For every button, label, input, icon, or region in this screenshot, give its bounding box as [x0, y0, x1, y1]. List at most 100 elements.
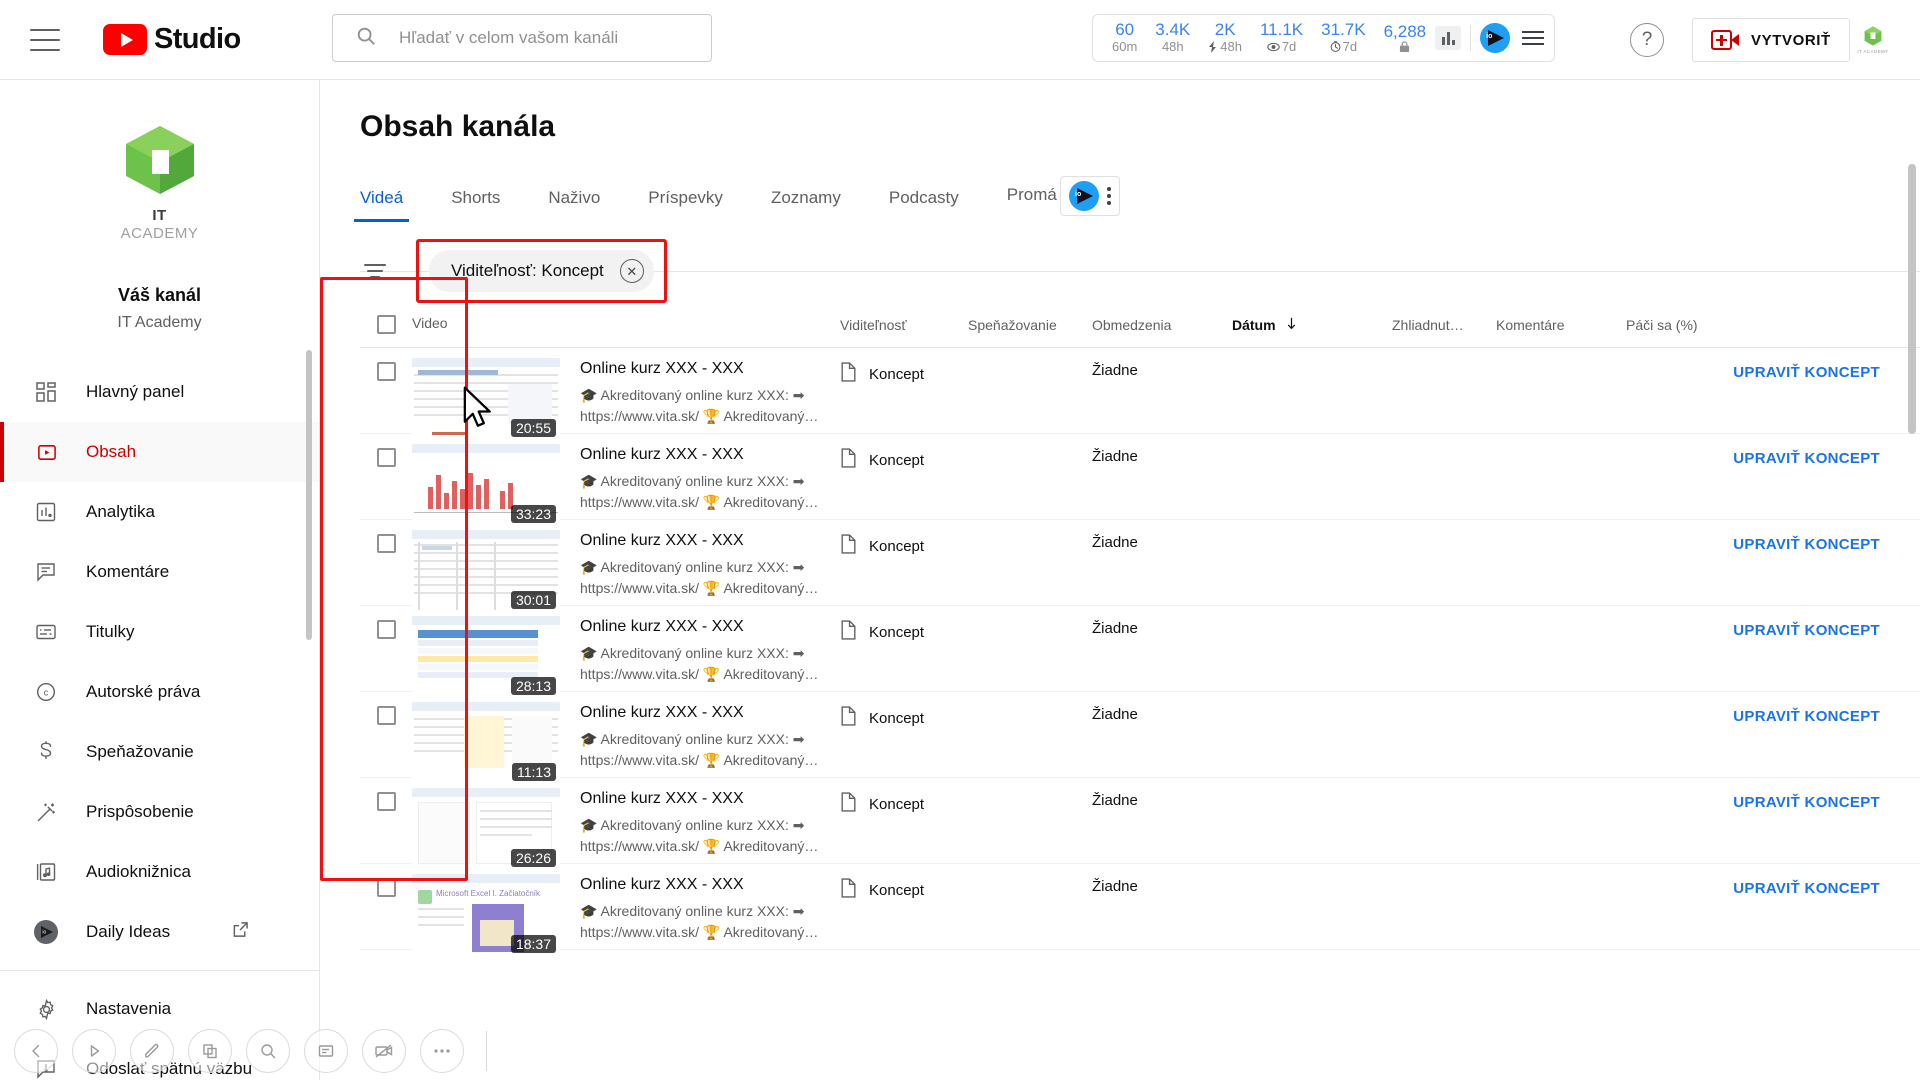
video-title[interactable]: Online kurz XXX - XXX: [580, 360, 840, 378]
copy-icon[interactable]: [188, 1029, 232, 1073]
sidebar-item-komentare[interactable]: Komentáre: [0, 542, 319, 602]
row-checkbox[interactable]: [376, 620, 396, 639]
stat-sub: 7d: [1267, 39, 1296, 55]
col-spenazovanie[interactable]: Speňažovanie: [968, 313, 1092, 333]
pen-icon[interactable]: [130, 1029, 174, 1073]
bar-chart-icon[interactable]: [1435, 26, 1462, 50]
edit-draft-link[interactable]: UPRAVIŤ KONCEPT: [1733, 364, 1880, 381]
monetization-cell: [968, 788, 1092, 792]
sidebar-item-autorske-prava[interactable]: c Autorské práva: [0, 662, 319, 722]
table-row[interactable]: 33:23 Online kurz XXX - XXX 🎓 Akreditova…: [360, 434, 1920, 527]
sidebar-item-analytika[interactable]: Analytika: [0, 482, 319, 542]
table-row[interactable]: 20:55 Online kurz XXX - XXX 🎓 Akreditova…: [360, 348, 1920, 441]
tab-nazivo[interactable]: Naživo: [548, 188, 600, 222]
sidebar-item-daily-ideas[interactable]: io Daily Ideas: [0, 902, 319, 962]
back-icon[interactable]: [14, 1029, 58, 1073]
select-all-checkbox[interactable]: [376, 315, 396, 334]
video-thumbnail[interactable]: 30:01: [412, 530, 560, 613]
stat-item[interactable]: 3.4K 48h: [1146, 21, 1199, 55]
table-row[interactable]: 30:01 Online kurz XXX - XXX 🎓 Akreditova…: [360, 520, 1920, 613]
help-icon[interactable]: ?: [1630, 23, 1664, 57]
row-checkbox[interactable]: [376, 362, 396, 381]
stat-item[interactable]: 2K 48h: [1199, 21, 1251, 55]
channel-stats-widget[interactable]: 60 60m 3.4K 48h 2K 48h 11.1K 7d 31.7K 7d…: [1092, 14, 1556, 62]
table-row[interactable]: 11:13 Online kurz XXX - XXX 🎓 Akreditova…: [360, 692, 1920, 785]
search-icon[interactable]: [246, 1029, 290, 1073]
video-description: 🎓 Akreditovaný online kurz XXX: ➡ https:…: [580, 559, 819, 596]
video-thumbnail[interactable]: Microsoft Excel I. Začiatočník 18:37: [412, 874, 560, 957]
io-avatar-icon[interactable]: io: [1480, 23, 1511, 53]
more-icon[interactable]: [420, 1029, 464, 1073]
col-paci-sa[interactable]: Páči sa (%): [1626, 313, 1754, 333]
video-title[interactable]: Online kurz XXX - XXX: [580, 532, 840, 550]
video-thumbnail[interactable]: 20:55: [412, 358, 560, 441]
video-thumbnail[interactable]: 26:26: [412, 788, 560, 871]
draft-icon: [840, 534, 857, 559]
menu-lines-icon[interactable]: [1522, 31, 1545, 45]
sidebar-item-obsah[interactable]: Obsah: [0, 422, 319, 482]
sidebar-item-spenazovanie[interactable]: Speňažovanie: [0, 722, 319, 782]
tab-shorts[interactable]: Shorts: [451, 188, 500, 222]
play-icon[interactable]: [72, 1029, 116, 1073]
col-video[interactable]: Video: [412, 315, 840, 331]
edit-draft-link[interactable]: UPRAVIŤ KONCEPT: [1733, 880, 1880, 897]
search-input[interactable]: [399, 28, 679, 48]
tab-zoznamy[interactable]: Zoznamy: [771, 188, 841, 222]
row-checkbox[interactable]: [376, 706, 396, 725]
video-title[interactable]: Online kurz XXX - XXX: [580, 618, 840, 636]
stat-item[interactable]: 6,288: [1375, 23, 1436, 53]
avatar[interactable]: IT ACADEMY: [1852, 18, 1894, 60]
stat-item[interactable]: 60 60m: [1103, 21, 1146, 55]
video-thumbnail[interactable]: 33:23: [412, 444, 560, 527]
studio-logo[interactable]: Studio: [103, 23, 241, 56]
video-thumbnail[interactable]: 28:13: [412, 616, 560, 699]
edit-draft-link[interactable]: UPRAVIŤ KONCEPT: [1733, 622, 1880, 639]
hamburger-icon[interactable]: [30, 28, 60, 51]
tab-podcasty[interactable]: Podcasty: [889, 188, 959, 222]
filter-chip-viditelnost[interactable]: Viditeľnosť: Koncept ✕: [429, 250, 654, 292]
tab-videa[interactable]: Videá: [353, 188, 410, 222]
stat-item[interactable]: 11.1K 7d: [1251, 21, 1312, 55]
sidebar-item-hlavny-panel[interactable]: Hlavný panel: [0, 362, 319, 422]
io-avatar-icon[interactable]: io: [1069, 181, 1099, 211]
note-icon[interactable]: [304, 1029, 348, 1073]
col-komentare[interactable]: Komentáre: [1496, 313, 1626, 333]
filter-icon[interactable]: [364, 264, 394, 278]
edit-draft-link[interactable]: UPRAVIŤ KONCEPT: [1733, 708, 1880, 725]
create-button[interactable]: VYTVORIŤ: [1692, 18, 1850, 62]
table-row[interactable]: 28:13 Online kurz XXX - XXX 🎓 Akreditova…: [360, 606, 1920, 699]
row-checkbox[interactable]: [376, 878, 396, 897]
likes-cell: [1626, 788, 1754, 792]
col-zhliadnutia[interactable]: Zhliadnut…: [1392, 313, 1496, 333]
sidebar-item-prispôsobenie[interactable]: Prispôsobenie: [0, 782, 319, 842]
sidebar-scrollbar[interactable]: [306, 350, 312, 640]
video-title[interactable]: Online kurz XXX - XXX: [580, 790, 840, 808]
page-scrollbar[interactable]: [1908, 164, 1916, 434]
restrictions-cell: Žiadne: [1092, 448, 1138, 465]
table-row[interactable]: Microsoft Excel I. Začiatočník 18:37 Onl…: [360, 864, 1920, 957]
video-thumbnail[interactable]: 11:13: [412, 702, 560, 785]
col-viditelnost[interactable]: Viditeľnosť: [840, 313, 968, 333]
row-checkbox[interactable]: [376, 534, 396, 553]
col-datum[interactable]: Dátum: [1232, 312, 1392, 334]
video-title[interactable]: Online kurz XXX - XXX: [580, 876, 840, 894]
close-circle-icon[interactable]: ✕: [619, 259, 644, 283]
row-checkbox[interactable]: [376, 792, 396, 811]
stat-item[interactable]: 31.7K 7d: [1312, 21, 1374, 55]
thumbnail-cell: Microsoft Excel I. Začiatočník 18:37: [412, 874, 580, 957]
camera-off-icon[interactable]: [362, 1029, 406, 1073]
col-obmedzenia[interactable]: Obmedzenia: [1092, 313, 1232, 333]
table-row[interactable]: 26:26 Online kurz XXX - XXX 🎓 Akreditova…: [360, 778, 1920, 871]
edit-draft-link[interactable]: UPRAVIŤ KONCEPT: [1733, 536, 1880, 553]
search-bar[interactable]: [332, 14, 712, 62]
tab-prispevky[interactable]: Príspevky: [648, 188, 723, 222]
sidebar-item-titulky[interactable]: Titulky: [0, 602, 319, 662]
visibility-label: Koncept: [869, 882, 925, 899]
video-title[interactable]: Online kurz XXX - XXX: [580, 446, 840, 464]
row-checkbox[interactable]: [376, 448, 396, 467]
edit-draft-link[interactable]: UPRAVIŤ KONCEPT: [1733, 450, 1880, 467]
sidebar-item-audiokniznica[interactable]: Audioknižnica: [0, 842, 319, 902]
more-vertical-icon[interactable]: [1107, 187, 1111, 205]
video-title[interactable]: Online kurz XXX - XXX: [580, 704, 840, 722]
edit-draft-link[interactable]: UPRAVIŤ KONCEPT: [1733, 794, 1880, 811]
